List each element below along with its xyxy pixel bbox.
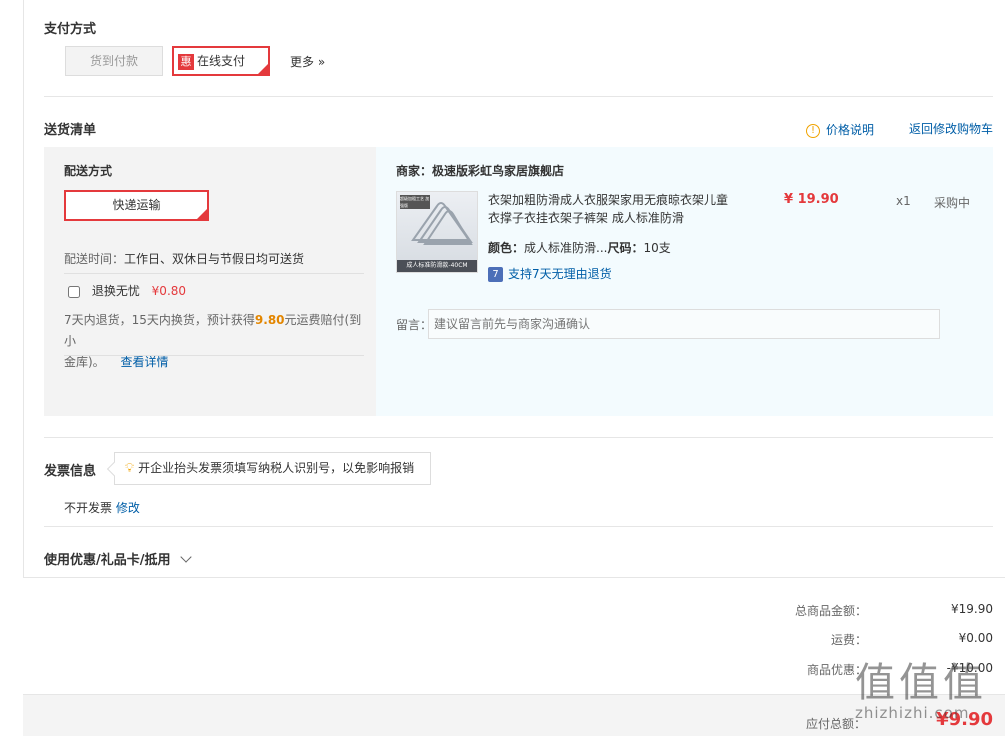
payment-section-title: 支付方式 (44, 22, 97, 37)
worry-desc-amount: 9.80 (254, 313, 285, 327)
discount-badge-icon: 惠 (178, 53, 194, 70)
delivery-time: 配送时间：工作日、双休日与节假日均可送货 (64, 250, 304, 267)
lightbulb-icon: 💡︎ (125, 461, 135, 476)
product-qty: x1 (896, 194, 911, 208)
goods-total-label: 总商品金额： (794, 604, 867, 618)
goods-total-value: ¥19.90 (951, 602, 993, 616)
payable-bar: 应付总额： ¥9.90 (23, 694, 1005, 736)
coupon-section-title: 使用优惠/礼品卡/抵用 (44, 553, 171, 568)
merchant-name: 极速版彩虹鸟家居旗舰店 (432, 164, 565, 178)
shipping-fee-label: 运费： (830, 633, 867, 647)
section-divider (44, 96, 993, 97)
worry-free-option: 退换无忧 ¥0.80 (68, 282, 186, 299)
order-main-box: 支付方式 货到付款 惠在线支付 更多 » 送货清单 !价格说明 返回修改购物车 … (23, 0, 1005, 578)
product-status: 采购中 (934, 196, 971, 210)
delivery-section-title: 送货清单 (44, 123, 97, 138)
payment-more-link[interactable]: 更多 » (290, 53, 325, 70)
memo-input[interactable] (428, 309, 940, 339)
delivery-time-label: 配送时间： (64, 252, 125, 266)
discount-label: 商品优惠： (806, 663, 867, 677)
section-divider (44, 437, 993, 438)
selected-check-icon (257, 50, 269, 76)
info-warning-icon: ! (806, 123, 820, 138)
invoice-tip: 💡︎ 开企业抬头发票须填写纳税人识别号，以免影响报销 (114, 452, 431, 485)
product-thumbnail[interactable]: 超级加粗工艺 加强版 成人标准防滑款-40CM (396, 191, 478, 273)
invoice-value-row: 不开发票 修改 (64, 499, 140, 516)
delivery-time-value: 工作日、双休日与节假日均可送货 (124, 252, 305, 266)
shipping-fee-value: ¥0.00 (958, 631, 993, 645)
payable-value: ¥9.90 (936, 709, 993, 730)
product-title-line1: 衣架加粗防滑成人衣服架家用无痕晾衣架儿童 (488, 193, 729, 207)
price-note-link[interactable]: ! 价格说明 (806, 121, 874, 138)
shipping-express-button[interactable]: 快递运输 (64, 190, 209, 221)
size-value: 10支 (643, 241, 671, 255)
shipping-express-label: 快递运输 (112, 198, 161, 212)
payment-cod-button[interactable]: 货到付款 (65, 46, 163, 76)
memo-label: 留言： (396, 318, 433, 332)
invoice-section-title: 发票信息 (44, 464, 97, 479)
product-price: ¥ 19.90 (784, 192, 839, 207)
thumb-tag: 超级加粗工艺 加强版 (400, 195, 430, 209)
return-policy[interactable]: 7 支持7天无理由退货 (488, 265, 612, 282)
panel-divider (64, 273, 364, 274)
worry-desc-part3: 金库)。 (64, 355, 105, 369)
invoice-value: 不开发票 (64, 501, 113, 515)
payment-online-label: 在线支付 (197, 54, 246, 68)
section-divider (44, 526, 993, 527)
color-label: 颜色： (488, 241, 525, 255)
invoice-edit-link[interactable]: 修改 (116, 501, 140, 515)
merchant-panel: 商家：极速版彩虹鸟家居旗舰店 超级加粗工艺 加强版 成人标准防滑款-40CM 衣… (376, 147, 993, 416)
chevron-down-icon (180, 551, 192, 563)
shipping-method-title: 配送方式 (64, 164, 113, 178)
worry-free-label: 退换无忧 (91, 284, 140, 298)
size-label: 尺码： (607, 241, 644, 255)
product-title-line2: 衣撑子衣挂衣架子裤架 成人标准防滑 (488, 211, 684, 225)
payable-label: 应付总额： (805, 717, 866, 731)
return-policy-label: 支持7天无理由退货 (508, 267, 612, 281)
merchant-name-row: 商家：极速版彩虹鸟家居旗舰店 (396, 162, 564, 179)
payment-online-button[interactable]: 惠在线支付 (172, 46, 270, 76)
invoice-tip-text: 开企业抬头发票须填写纳税人识别号，以免影响报销 (138, 461, 415, 475)
return-7day-icon: 7 (488, 267, 503, 282)
view-details-link[interactable]: 查看详情 (121, 355, 169, 369)
product-attrs: 颜色：成人标准防滑...尺码：10支 (488, 239, 671, 256)
product-title[interactable]: 衣架加粗防滑成人衣服架家用无痕晾衣架儿童 衣撑子衣挂衣架子裤架 成人标准防滑 (488, 191, 738, 227)
discount-value: -¥10.00 (946, 661, 993, 675)
shipping-panel: 配送方式 快递运输 配送时间：工作日、双休日与节假日均可送货 退换无忧 ¥0.8… (44, 147, 376, 416)
payment-cod-label: 货到付款 (89, 54, 138, 68)
color-value: 成人标准防滑... (524, 241, 608, 255)
price-note-label: 价格说明 (826, 123, 875, 137)
coupon-toggle[interactable]: 使用优惠/礼品卡/抵用 (44, 549, 192, 568)
back-to-cart-link[interactable]: 返回修改购物车 (909, 120, 993, 137)
worry-free-description: 7天内退货，15天内换货，预计获得9.80元运费赔付(到小 金库)。 查看详情 (64, 310, 369, 373)
panel-divider (64, 355, 364, 356)
merchant-label: 商家： (396, 164, 433, 178)
worry-free-price: ¥0.80 (151, 284, 187, 298)
worry-free-checkbox[interactable] (68, 285, 80, 298)
selected-check-icon (196, 194, 208, 221)
worry-desc-part1: 7天内退货，15天内换货，预计获得 (64, 313, 255, 327)
thumb-caption: 成人标准防滑款-40CM (397, 260, 477, 272)
